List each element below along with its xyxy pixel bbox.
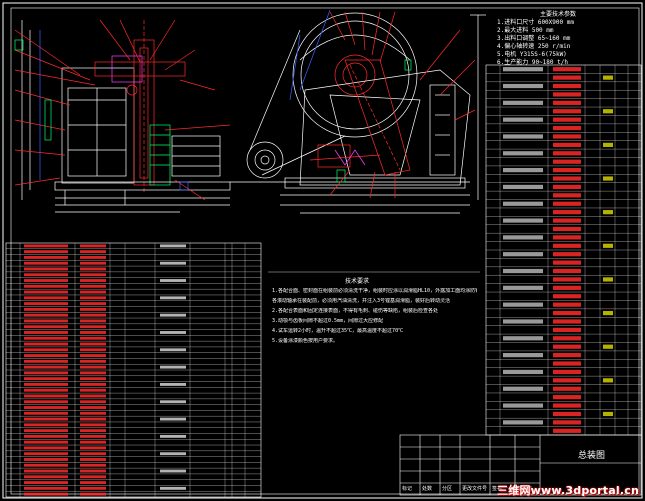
spec-line: 5.电机 Y315S-6(75kW) — [497, 51, 567, 58]
spec-line: 4.偏心轴转速 250 r/min — [497, 43, 571, 50]
spec-heading: 主要技术参数 — [540, 11, 577, 18]
drawing-title: 总装图 — [578, 451, 606, 461]
spec-line: 3.出料口调整 65~160 mm — [497, 35, 571, 42]
tech-note-line: 3.动颚与齿板间隙不超过0.5mm，间隙过大应修配 — [272, 318, 384, 324]
watermark-text: 三维网www.3dportal.cn — [497, 484, 639, 497]
spec-line: 2.最大进料 500 mm — [497, 27, 554, 34]
tech-note-line: 5.设备涂漆颜色按用户要求。 — [272, 338, 339, 344]
spec-line: 6.生产能力 90~180 t/h — [497, 59, 568, 66]
tech-note-line: 4.试车运转2小时，温升不超过35℃，最高温度不超过70℃ — [272, 328, 404, 334]
title-cell: 标记 — [402, 486, 413, 492]
tech-note-line: 各滚动轴承在装配前，必须用汽油清洗，并注入3号锂基润滑脂，装好后转动灵活 — [272, 298, 451, 304]
title-cell: 更改文件号 — [462, 486, 488, 492]
tech-note-line: 1.各配合面、密封面在组装前必须清洗干净，组装时应涂以润滑脂HL10，外露加工面… — [272, 288, 477, 294]
spec-line: 1.进料口尺寸 600X900 mm — [497, 19, 574, 26]
tech-notes-heading: 技术要求 — [345, 278, 370, 285]
tech-note-line: 2.各配合表面和固定连接表面，不得有毛刺、碰伤等缺陷，组装后检查各处 — [272, 308, 439, 314]
title-cell: 分区 — [442, 486, 453, 492]
title-cell: 处数 — [422, 486, 433, 492]
cad-drawing-canvas — [0, 0, 645, 501]
